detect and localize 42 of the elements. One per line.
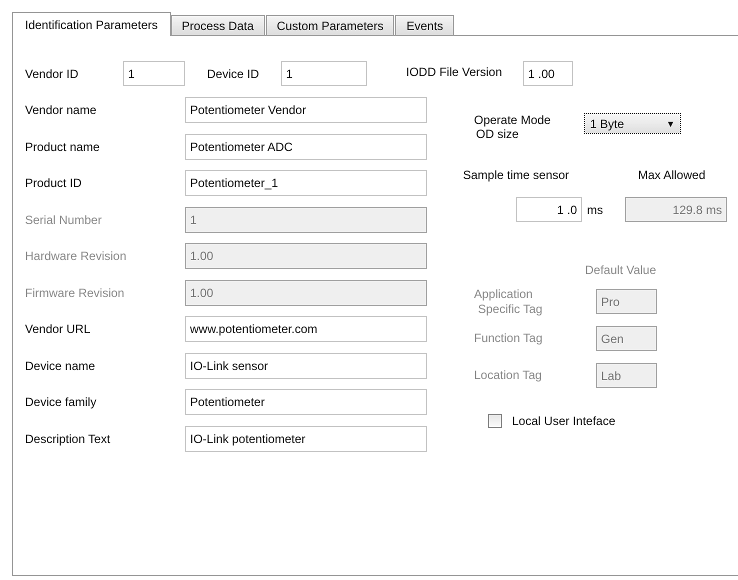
field-label: Device name [25,358,96,372]
field-label: Operate Mode [474,113,552,127]
column-header: Default Value [585,263,658,277]
field-label: Vendor URL [25,322,92,336]
input-field[interactable]: Potentiometer Vendor [185,97,427,123]
input-field[interactable]: IO-Link sensor [185,352,427,378]
field-label: Location Tag [474,368,542,383]
field-label: Product name [25,140,101,154]
tab[interactable]: Process Data [170,15,265,35]
checkbox[interactable] [488,414,502,428]
tab[interactable]: Custom Parameters [266,15,394,35]
field-label: Specific Tag [477,302,542,316]
input-field[interactable]: 1 .00 [523,61,573,86]
field-label: Vendor ID [25,66,80,80]
tab[interactable]: Events [395,15,454,35]
field-label: Hardware Revision [25,249,128,263]
field-label: IODD File Version [406,64,504,78]
field-label: Function Tag [474,331,542,346]
input-field[interactable]: Potentiometer_1 [185,170,427,196]
input-field[interactable]: Potentiometer [185,389,427,415]
field-label: Application [474,286,533,302]
input-field[interactable]: www.potentiometer.com [185,316,427,342]
field-label: Product ID [25,176,83,190]
input-field[interactable]: Potentiometer ADC [185,134,427,160]
input-field[interactable]: 1 [281,61,367,86]
field-label: Description Text [25,432,112,446]
unit-label: ms [587,202,604,216]
field-label: OD size [475,127,520,141]
input-field[interactable]: 1 [123,61,185,86]
field-label: Device ID [207,66,260,80]
dropdown[interactable]: 1 Byte ▼ [584,113,681,134]
field-label: Vendor name [25,103,98,117]
field-label: Device family [25,395,98,409]
field-label: Serial Number [25,212,103,226]
field-label: Firmware Revision [25,286,126,300]
field-label: Max Allowed [638,168,706,182]
input-field[interactable]: 1 .0 [516,197,582,222]
tab[interactable]: Identification Parameters [12,12,171,36]
caret-icon: ▼ [666,118,675,128]
field-label: Sample time sensor [463,168,570,182]
checkbox-label: Local User Inteface [512,414,616,428]
input-field[interactable]: IO-Link potentiometer [185,426,427,452]
